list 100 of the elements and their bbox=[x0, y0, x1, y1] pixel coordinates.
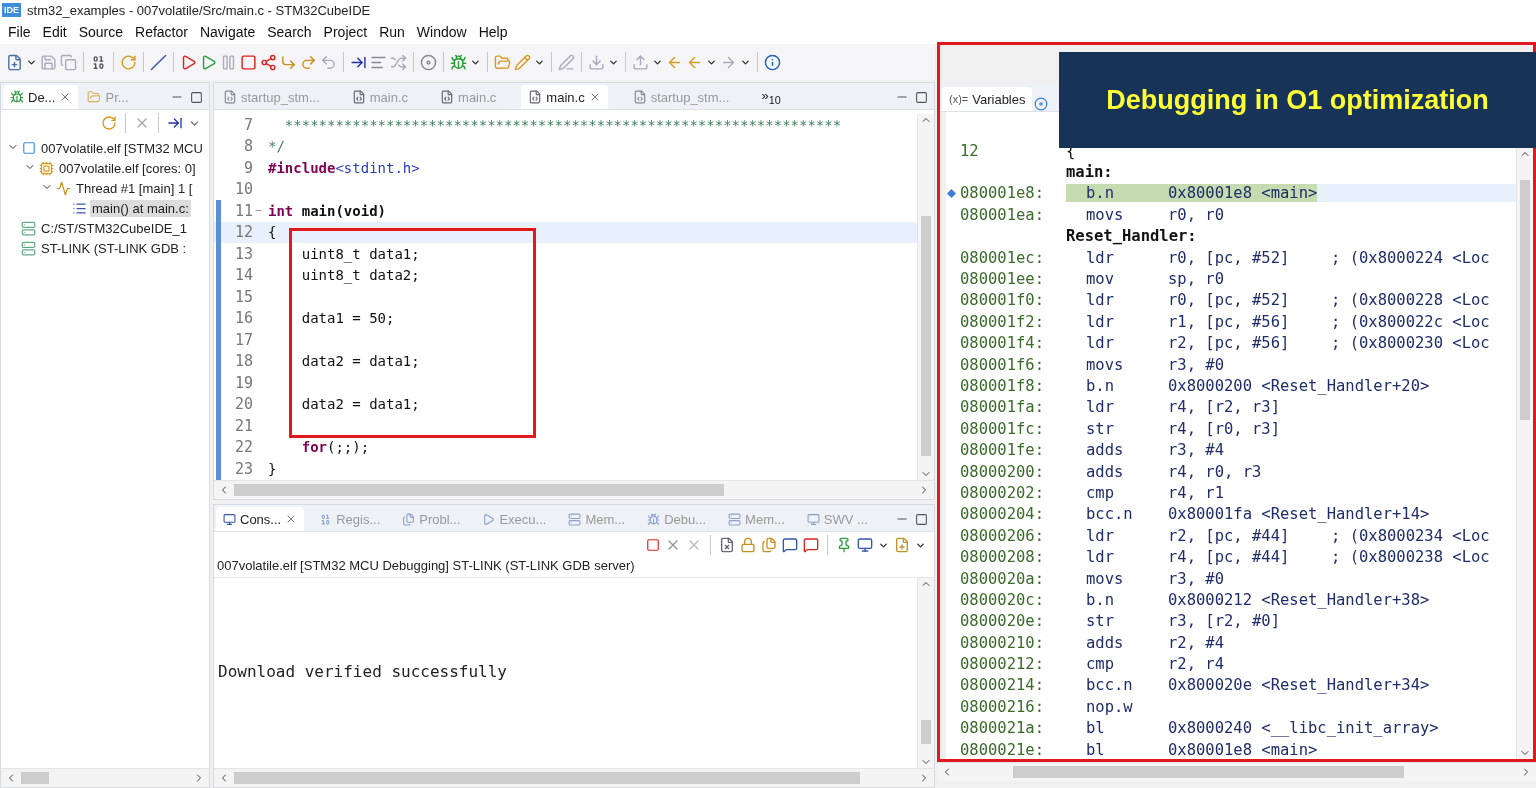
scrollbar-thumb[interactable] bbox=[921, 720, 931, 744]
word-wrap-icon[interactable] bbox=[761, 537, 777, 553]
scrollbar-thumb[interactable] bbox=[1012, 766, 1405, 778]
instruction-step-icon[interactable] bbox=[167, 115, 183, 131]
step-into-icon[interactable] bbox=[280, 53, 297, 71]
instruction-operand: 0x800020e <Reset_Handler+34> bbox=[1168, 676, 1430, 695]
vertical-scrollbar[interactable] bbox=[1516, 148, 1533, 759]
instruction-mnemonic: b.n bbox=[1086, 184, 1115, 203]
menu-item[interactable]: Project bbox=[317, 22, 374, 42]
menu-item[interactable]: Search bbox=[261, 22, 318, 42]
symbol-label: Reset_Handler: bbox=[1066, 227, 1197, 246]
horizontal-scrollbar[interactable] bbox=[1, 768, 209, 787]
menu-item[interactable]: Refactor bbox=[129, 22, 194, 42]
slash-icon[interactable] bbox=[150, 53, 167, 71]
menu-item[interactable]: Window bbox=[410, 22, 473, 42]
breakpoints-icon[interactable] bbox=[1034, 97, 1049, 111]
run-icon[interactable] bbox=[180, 53, 197, 71]
new-file-icon[interactable] bbox=[6, 53, 23, 71]
view-icon bbox=[482, 512, 496, 526]
instruction-mnemonic: bl bbox=[1086, 740, 1106, 759]
code-line: uint8_t data2; bbox=[300, 267, 420, 284]
tree-item[interactable]: ST-LINK (ST-LINK GDB : bbox=[39, 239, 189, 257]
instruction-operand: r2, #4 bbox=[1168, 633, 1224, 652]
stop-icon[interactable] bbox=[646, 538, 660, 552]
folder-icon[interactable] bbox=[494, 53, 511, 71]
window-title: stm32_examples - 007volatile/Src/main.c - STM32CubeIDE bbox=[27, 2, 371, 18]
scrollbar-thumb[interactable] bbox=[1520, 180, 1530, 420]
console-header: 007volatile.elf [STM32 MCU Debugging] ST-LINK (ST-LINK GDB server) bbox=[214, 558, 934, 578]
shuffle-icon[interactable] bbox=[390, 53, 407, 71]
disc-icon[interactable] bbox=[420, 53, 437, 71]
pause-icon[interactable] bbox=[220, 53, 237, 71]
refresh-icon[interactable] bbox=[120, 53, 137, 71]
instruction-operand: 0x80001e8 <main> bbox=[1168, 184, 1318, 203]
instruction-mnemonic: cmp bbox=[1086, 483, 1115, 502]
launch-icon bbox=[22, 141, 36, 155]
maximize-icon[interactable] bbox=[915, 512, 928, 526]
scrollbar-thumb[interactable] bbox=[21, 772, 49, 784]
instruction-operand: r1, [pc, #56] bbox=[1168, 312, 1291, 331]
pin-icon[interactable] bbox=[836, 537, 852, 553]
vertical-scrollbar[interactable] bbox=[917, 578, 934, 768]
code-line: data2 = data1; bbox=[300, 396, 420, 413]
restart-icon[interactable] bbox=[101, 115, 117, 131]
display-console-icon[interactable] bbox=[857, 537, 873, 553]
resume-icon[interactable] bbox=[200, 53, 217, 71]
instruction-operand: r2, [pc, #56] bbox=[1168, 334, 1291, 353]
maximize-icon[interactable] bbox=[190, 90, 203, 104]
tree-item[interactable]: 007volatile.elf [STM32 MCU bbox=[39, 139, 205, 157]
file-icon bbox=[351, 90, 366, 104]
menu-item[interactable]: Navigate bbox=[193, 22, 262, 42]
instruction-address: 080001e8: bbox=[960, 184, 1045, 203]
pen-icon[interactable] bbox=[558, 53, 575, 71]
menu-item[interactable]: Run bbox=[373, 22, 411, 42]
line-number: 11 bbox=[233, 201, 254, 220]
new-console-icon[interactable] bbox=[894, 537, 910, 553]
menu-item[interactable]: Help bbox=[472, 22, 514, 42]
bug-icon bbox=[10, 90, 24, 104]
line-number: 18 bbox=[233, 352, 254, 371]
clear-console-icon[interactable] bbox=[719, 537, 735, 553]
step-over-icon[interactable] bbox=[300, 53, 317, 71]
vertical-scrollbar[interactable] bbox=[917, 114, 934, 480]
instruction-operand: r4, r1 bbox=[1168, 483, 1224, 502]
menu-item[interactable]: Source bbox=[72, 22, 130, 42]
step-return-icon[interactable] bbox=[320, 53, 337, 71]
scrollbar-thumb[interactable] bbox=[234, 484, 724, 496]
more-tabs-button[interactable]: »$_{10}$ bbox=[754, 85, 788, 109]
menu-item[interactable]: File bbox=[2, 22, 37, 42]
menu-item[interactable]: Edit bbox=[36, 22, 73, 42]
horizontal-scrollbar[interactable] bbox=[937, 762, 1536, 781]
code-line: uint8_t data1; bbox=[300, 245, 420, 262]
view-tab[interactable]: De... bbox=[3, 85, 79, 109]
instruction-address: 08000204: bbox=[960, 505, 1045, 524]
stop-icon[interactable] bbox=[240, 53, 257, 71]
instruction-mnemonic: ldr bbox=[1086, 334, 1115, 353]
copy-icon[interactable] bbox=[60, 53, 77, 71]
file-icon bbox=[440, 90, 455, 104]
instruction-mnemonic: movs bbox=[1086, 569, 1125, 588]
view-tab[interactable]: (x)= Variables bbox=[942, 87, 1033, 111]
line-number: 15 bbox=[233, 287, 254, 306]
instruction-operand: r4, r0, r3 bbox=[1168, 462, 1262, 481]
tree-item[interactable]: 007volatile.elf [cores: 0] bbox=[57, 159, 198, 177]
maximize-icon[interactable] bbox=[915, 90, 928, 104]
horizontal-scrollbar[interactable] bbox=[214, 480, 934, 499]
instruction-operand: r4, [pc, #44] bbox=[1168, 548, 1291, 567]
horizontal-scrollbar[interactable] bbox=[214, 768, 934, 787]
disconnect-icon[interactable] bbox=[260, 53, 277, 71]
tree-item[interactable]: C:/ST/STM32CubeIDE_1 bbox=[39, 219, 189, 237]
show-error-icon[interactable] bbox=[803, 537, 819, 553]
show-output-icon[interactable] bbox=[782, 537, 798, 553]
instruction-address: 080001f6: bbox=[960, 355, 1045, 374]
scrollbar-thumb[interactable] bbox=[234, 772, 860, 784]
info-icon[interactable] bbox=[764, 53, 781, 71]
editor-tab[interactable]: main.c bbox=[521, 85, 608, 109]
tree-item[interactable]: main() at main.c: bbox=[90, 199, 191, 217]
tree-item[interactable]: Thread #1 [main] 1 [ bbox=[74, 179, 195, 197]
title-banner: Debugging in O1 optimization bbox=[1059, 52, 1536, 148]
instruction-operand: r3, [r2, #0] bbox=[1168, 612, 1280, 631]
instruction-address: 080001fc: bbox=[960, 419, 1045, 438]
scroll-lock-icon[interactable] bbox=[740, 537, 756, 553]
scrollbar-thumb[interactable] bbox=[921, 216, 931, 456]
view-tab[interactable]: Cons... bbox=[216, 507, 305, 531]
